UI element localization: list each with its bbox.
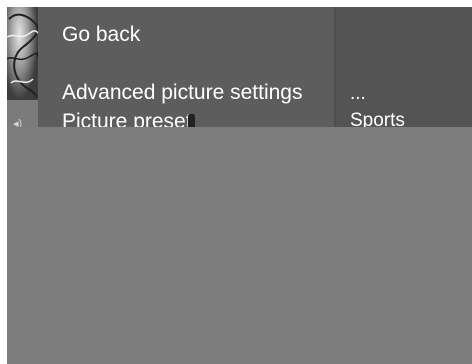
picture-menu: Go back Advanced picture settings Pictur… [38,7,336,133]
menu-item-go-back[interactable]: Go back [62,23,140,47]
preview-image [7,13,38,98]
gray-overlay [7,127,472,364]
pointer-cursor [188,114,195,127]
preview-thumbnail [7,7,38,100]
option-more[interactable]: ... [350,83,366,105]
tv-screen: ◂) Go back Advanced picture settings Pic… [7,7,472,364]
menu-item-advanced-picture-settings[interactable]: Advanced picture settings [62,81,302,105]
options-panel: ... Sports [336,7,472,131]
